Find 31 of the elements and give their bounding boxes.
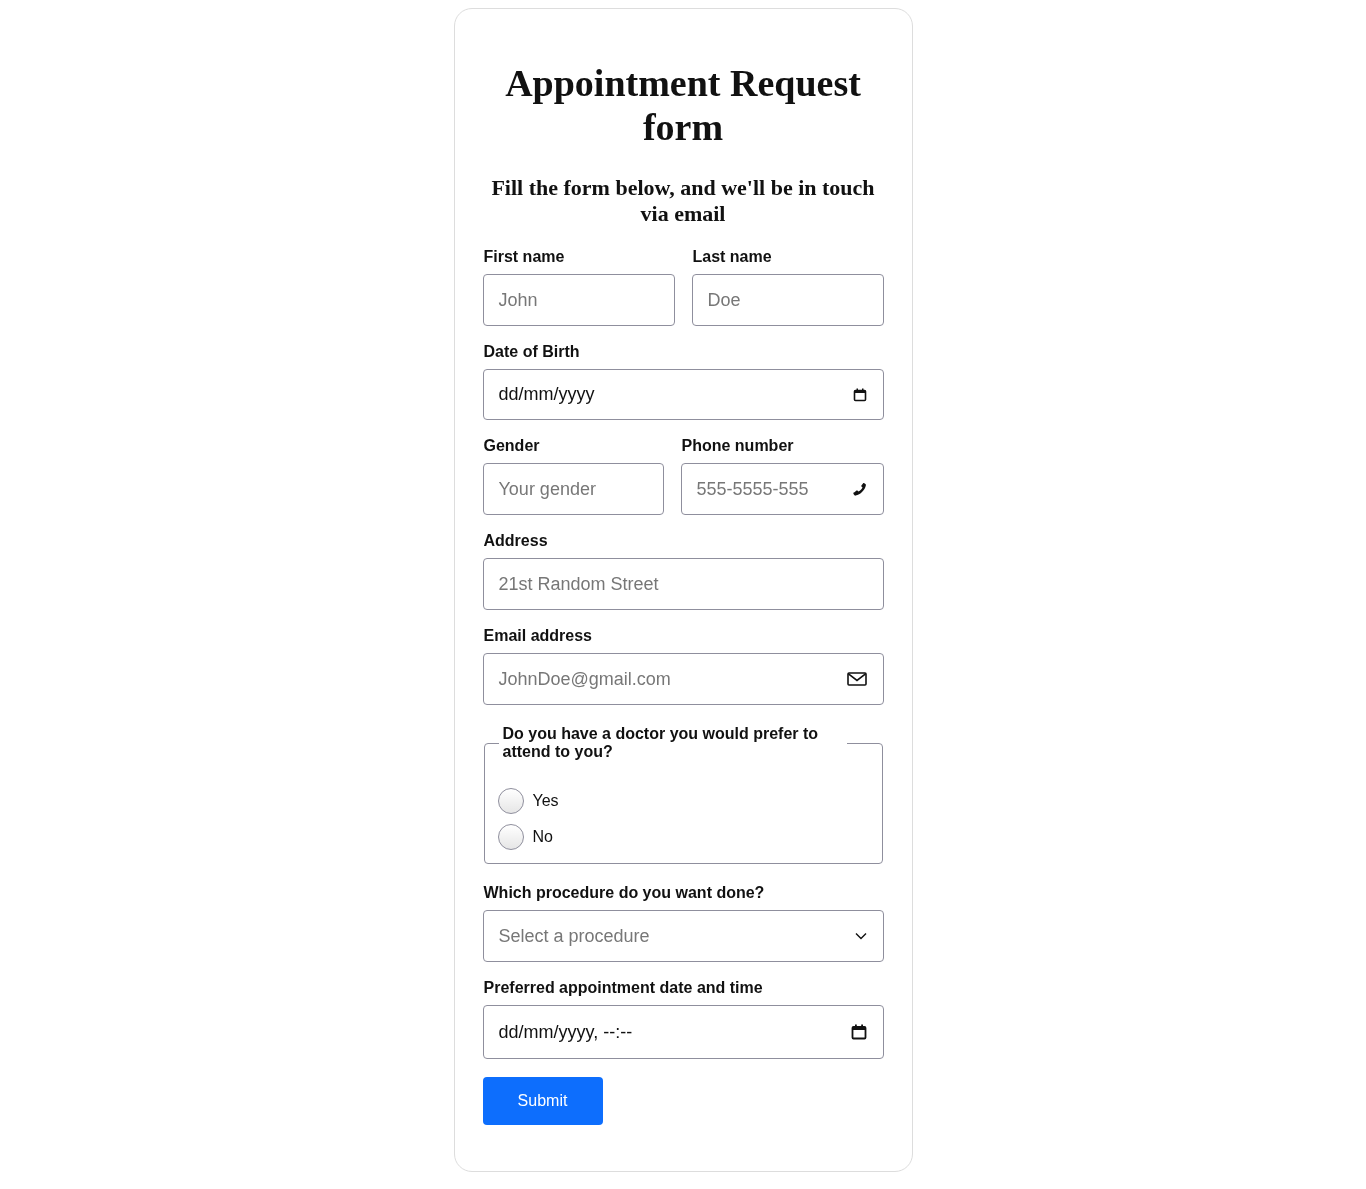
field-label: Which procedure do you want done?	[483, 883, 765, 903]
input-field[interactable]: 555-5555-555	[680, 463, 884, 515]
field-label: Preferred appointment date and time	[483, 978, 763, 998]
form-subtitle: Fill the form below, and we'll be in touch via email	[490, 175, 876, 227]
input-field[interactable]: JohnDoe@gmail.com	[482, 653, 884, 705]
submit-button[interactable]: Submit	[482, 1077, 603, 1125]
radio-label[interactable]: Yes	[532, 792, 559, 810]
input-field[interactable]: 21st Random Street	[482, 558, 884, 610]
field-label: Address	[483, 531, 548, 551]
field-label: Phone number	[681, 436, 794, 456]
phone-icon[interactable]	[850, 481, 867, 497]
date-field[interactable]: dd/mm/yyyy	[482, 369, 884, 420]
input-field[interactable]: Doe	[691, 274, 884, 326]
radio-label[interactable]: No	[532, 828, 553, 846]
date-field[interactable]: dd/mm/yyyy, --:--	[482, 1005, 884, 1059]
select-field[interactable]: Select a procedure	[482, 910, 884, 962]
field-label: Last name	[692, 247, 772, 267]
calendar-icon[interactable]	[850, 1024, 867, 1040]
calendar-icon[interactable]	[852, 387, 867, 402]
question-label: Do you have a doctor you would prefer to attend to you?	[501, 725, 820, 761]
radio-button[interactable]	[497, 824, 524, 850]
form-title: Appointment Request form	[504, 61, 862, 149]
input-field[interactable]: Your gender	[482, 463, 664, 515]
radio-button[interactable]	[497, 788, 524, 814]
field-label: Date of Birth	[483, 342, 580, 362]
field-label: First name	[483, 247, 565, 267]
input-field[interactable]: John	[482, 274, 675, 326]
chevron-down-icon[interactable]	[854, 932, 867, 940]
field-label: Email address	[483, 626, 592, 646]
mail-icon[interactable]	[846, 671, 867, 687]
field-label: Gender	[483, 436, 540, 456]
